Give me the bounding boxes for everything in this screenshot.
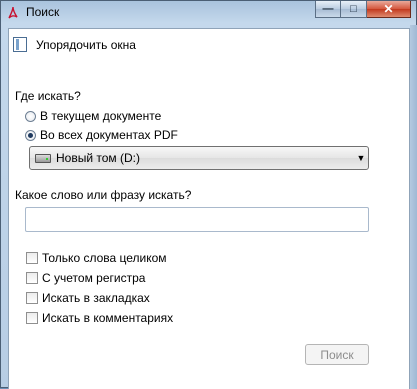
close-button[interactable]: ✕ (367, 1, 411, 18)
close-icon: ✕ (383, 2, 394, 16)
window-title: Поиск (26, 5, 60, 19)
arrange-windows-label: Упорядочить окна (36, 37, 136, 52)
checkbox[interactable] (26, 312, 38, 324)
drive-icon (35, 153, 51, 163)
window-frame-edge (410, 25, 417, 389)
radio-current-document[interactable]: В текущем документе (25, 109, 161, 123)
arrange-windows-icon (13, 37, 27, 52)
maximize-icon: □ (350, 3, 357, 15)
checkbox-label: Искать в закладках (42, 291, 150, 305)
search-button[interactable]: Поиск (305, 344, 369, 365)
search-query-input[interactable] (25, 207, 369, 232)
chevron-down-icon: ▼ (356, 153, 366, 163)
checkbox-case-sensitive[interactable]: С учетом регистра (26, 271, 145, 285)
checkbox[interactable] (26, 252, 38, 264)
radio-label: Во всех документах PDF (40, 128, 178, 142)
maximize-button[interactable]: □ (341, 1, 367, 18)
checkbox-search-bookmarks[interactable]: Искать в закладках (26, 291, 150, 305)
checkbox-label: Только слова целиком (42, 251, 167, 265)
checkbox[interactable] (26, 272, 38, 284)
checkbox[interactable] (26, 292, 38, 304)
location-value: Новый том (D:) (56, 151, 140, 165)
minimize-icon: — (322, 3, 334, 15)
checkbox-whole-words[interactable]: Только слова целиком (26, 251, 167, 265)
query-heading: Какое слово или фразу искать? (15, 188, 192, 202)
title-bar[interactable]: Поиск — □ ✕ (1, 1, 416, 25)
checkbox-search-comments[interactable]: Искать в комментариях (26, 311, 173, 325)
pdf-icon (8, 6, 18, 19)
radio-all-pdf-documents[interactable]: Во всех документах PDF (25, 128, 178, 142)
location-dropdown[interactable]: Новый том (D:) ▼ (29, 146, 369, 170)
checkbox-label: Искать в комментариях (42, 311, 174, 325)
search-panel: Упорядочить окна Где искать? В текущем д… (8, 28, 410, 389)
radio-label: В текущем документе (40, 109, 162, 123)
search-window: Поиск — □ ✕ Упорядочить окна Где искать?… (0, 0, 417, 389)
radio-button-checked[interactable] (25, 129, 36, 141)
minimize-button[interactable]: — (315, 1, 341, 18)
caption-buttons: — □ ✕ (315, 1, 411, 19)
where-heading: Где искать? (15, 89, 81, 103)
radio-button[interactable] (25, 110, 36, 122)
checkbox-label: С учетом регистра (42, 271, 146, 285)
arrange-windows-button[interactable]: Упорядочить окна (13, 37, 136, 52)
